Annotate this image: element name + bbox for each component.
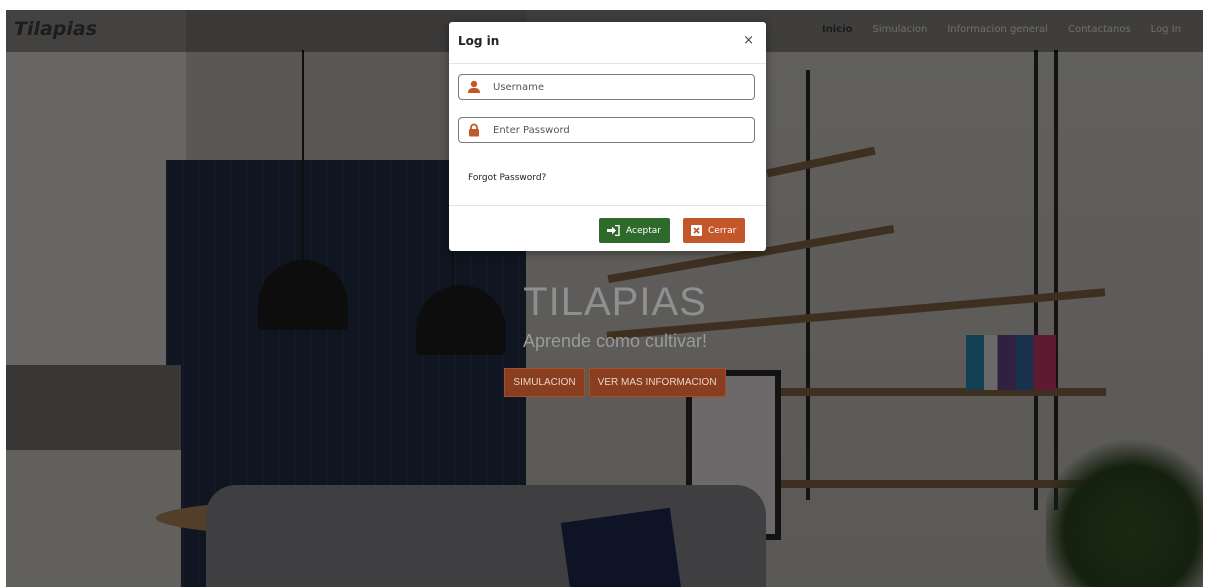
- nav-link-simulacion[interactable]: Simulacion: [872, 24, 927, 35]
- cerrar-button[interactable]: Cerrar: [683, 218, 746, 243]
- password-input[interactable]: [493, 124, 733, 136]
- simulacion-button[interactable]: SIMULACION: [504, 368, 585, 397]
- nav-link-contactanos[interactable]: Contactanos: [1068, 24, 1131, 35]
- login-modal: Log in × Forgot Password? Aceptar: [449, 22, 766, 251]
- hero-subtitle: Aprende como cultivar!: [522, 331, 708, 351]
- username-field[interactable]: [458, 74, 755, 100]
- hero: TILAPIAS Aprende como cultivar! SIMULACI…: [480, 280, 750, 397]
- forgot-password-link[interactable]: Forgot Password?: [468, 173, 546, 183]
- nav-link-log-in[interactable]: Log In: [1151, 24, 1181, 35]
- modal-title: Log in: [458, 34, 500, 48]
- password-field[interactable]: [458, 117, 755, 143]
- modal-footer: Aceptar Cerrar: [449, 205, 766, 251]
- sign-in-icon: [607, 225, 620, 236]
- nav-link-informacion-general[interactable]: Informacion general: [947, 24, 1048, 35]
- close-box-icon: [691, 225, 702, 236]
- user-icon: [468, 80, 480, 93]
- brand-logo[interactable]: Tilapias: [14, 18, 97, 40]
- nav-links: Inicio Simulacion Informacion general Co…: [822, 24, 1181, 35]
- cerrar-label: Cerrar: [708, 225, 737, 236]
- hero-title: TILAPIAS: [523, 280, 707, 324]
- nav-link-inicio[interactable]: Inicio: [822, 24, 853, 35]
- lock-icon: [469, 123, 479, 137]
- modal-header: Log in ×: [449, 22, 766, 64]
- ver-mas-informacion-button[interactable]: VER MAS INFORMACION: [588, 368, 726, 397]
- username-input[interactable]: [493, 81, 733, 93]
- aceptar-label: Aceptar: [626, 225, 661, 236]
- close-icon[interactable]: ×: [743, 33, 754, 48]
- hero-buttons: SIMULACION VER MAS INFORMACION: [480, 368, 750, 397]
- aceptar-button[interactable]: Aceptar: [599, 218, 670, 243]
